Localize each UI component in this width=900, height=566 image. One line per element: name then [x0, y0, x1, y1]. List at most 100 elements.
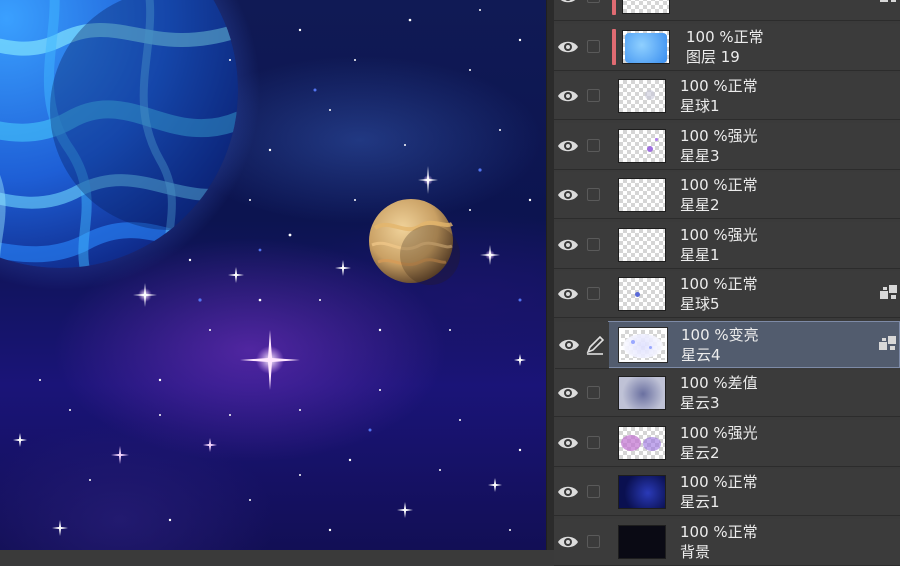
layer-select-checkbox[interactable]	[581, 172, 608, 219]
layer-select-checkbox[interactable]	[581, 469, 608, 516]
layer-name: 星星1	[680, 245, 720, 264]
eye-icon[interactable]	[557, 484, 579, 500]
checkbox[interactable]	[587, 188, 600, 201]
layer-blend-info: 100 %正常	[686, 27, 764, 47]
layer-thumbnail[interactable]	[618, 425, 666, 460]
layer-info: 100 %差值 星云3	[680, 373, 758, 413]
layer-color-tag	[612, 28, 616, 65]
layer-info: 100 %正常 星球1	[680, 76, 758, 116]
layer-blend-mode: %强光	[713, 225, 758, 244]
layer-select-checkbox[interactable]	[581, 370, 608, 417]
checkbox[interactable]	[587, 39, 600, 53]
layer-blend-mode: %正常	[713, 77, 758, 95]
visibility-toggle[interactable]	[554, 469, 581, 516]
sparkle-star	[13, 433, 27, 447]
visibility-toggle[interactable]	[554, 23, 581, 71]
edit-target-indicator[interactable]	[582, 321, 609, 369]
layer-select-checkbox[interactable]	[581, 0, 608, 21]
layer-select-checkbox[interactable]	[581, 271, 608, 318]
visibility-toggle[interactable]	[555, 321, 582, 369]
layer-blend-mode: %差值	[713, 374, 758, 392]
layer-select-checkbox[interactable]	[581, 419, 608, 467]
layer-select-checkbox[interactable]	[581, 73, 608, 120]
eye-icon[interactable]	[557, 534, 579, 550]
layer-row[interactable]: 100 %正常 星云1	[554, 469, 900, 516]
visibility-toggle[interactable]	[554, 73, 581, 120]
checkbox[interactable]	[587, 237, 600, 251]
layer-thumbnail[interactable]	[618, 326, 668, 363]
layer-thumbnail[interactable]	[618, 79, 666, 113]
layer-select-checkbox[interactable]	[581, 122, 608, 170]
layer-row[interactable]: 100 %正常 图层 19	[554, 23, 900, 71]
layer-name: 星云2	[680, 443, 720, 462]
eye-icon[interactable]	[557, 39, 579, 55]
layer-row[interactable]: 100 %正常 背景	[554, 518, 900, 566]
visibility-toggle[interactable]	[554, 518, 581, 566]
layer-select-checkbox[interactable]	[581, 221, 608, 269]
layer-thumbnail[interactable]	[618, 277, 666, 311]
layers-panel: 图层 14100 %正常图层 19100 %正常星球1100 %强光星星3100…	[554, 0, 900, 566]
visibility-toggle[interactable]	[554, 271, 581, 318]
layer-row[interactable]: 图层 14	[554, 0, 900, 21]
layer-blend-mode: %正常	[713, 176, 758, 194]
eye-icon[interactable]	[557, 138, 579, 154]
eye-icon[interactable]	[557, 435, 579, 451]
checkbox[interactable]	[587, 435, 600, 449]
layer-info: 100 %强光 星云2	[680, 423, 758, 463]
checkbox[interactable]	[587, 0, 600, 3]
layer-opacity: 100	[680, 374, 709, 392]
layer-opacity: 100	[680, 77, 709, 95]
layer-thumbnail[interactable]	[618, 128, 666, 163]
layer-name: 星球5	[680, 295, 720, 313]
layer-opacity: 100	[680, 176, 709, 194]
visibility-toggle[interactable]	[554, 221, 581, 269]
layer-thumbnail[interactable]	[618, 227, 666, 262]
eye-icon[interactable]	[558, 337, 580, 353]
eye-icon[interactable]	[557, 286, 579, 302]
visibility-toggle[interactable]	[554, 172, 581, 219]
layer-select-checkbox[interactable]	[581, 518, 608, 566]
layer-thumbnail[interactable]	[618, 178, 666, 212]
layer-row[interactable]: 100 %变亮 星云4	[555, 320, 900, 369]
layer-mask-icon	[877, 332, 899, 354]
layer-blend-info: 100 %强光	[680, 225, 758, 245]
layer-thumbnail[interactable]	[618, 376, 666, 410]
space-illustration	[0, 0, 532, 536]
layer-blend-info: 100 %正常	[680, 522, 758, 542]
visibility-toggle[interactable]	[554, 419, 581, 467]
checkbox[interactable]	[587, 534, 600, 548]
eye-icon[interactable]	[557, 385, 579, 401]
layer-thumbnail[interactable]	[622, 29, 670, 64]
visibility-toggle[interactable]	[554, 122, 581, 170]
layer-thumbnail[interactable]	[618, 524, 666, 559]
layer-row[interactable]: 100 %正常 星球5	[554, 271, 900, 318]
layer-row[interactable]: 100 %正常 星星2	[554, 172, 900, 219]
checkbox[interactable]	[587, 89, 600, 102]
checkbox[interactable]	[587, 485, 600, 498]
layer-row[interactable]: 100 %强光 星星3	[554, 122, 900, 170]
visibility-toggle[interactable]	[554, 0, 581, 21]
eye-icon[interactable]	[557, 88, 579, 104]
layer-thumbnail[interactable]	[618, 475, 666, 509]
sparkle-star	[52, 520, 68, 536]
layer-row[interactable]: 100 %强光 星云2	[554, 419, 900, 467]
layer-thumbnail[interactable]	[622, 0, 670, 14]
checkbox[interactable]	[587, 287, 600, 300]
layer-name: 星云4	[681, 345, 721, 364]
layer-blend-info: 100 %变亮	[681, 325, 759, 345]
visibility-toggle[interactable]	[554, 370, 581, 417]
layer-blend-info: 100 %强光	[680, 423, 758, 443]
sparkle-star	[133, 283, 157, 307]
eye-icon[interactable]	[557, 237, 579, 253]
checkbox[interactable]	[587, 386, 600, 399]
layer-row[interactable]: 100 %正常 星球1	[554, 73, 900, 120]
eye-icon[interactable]	[557, 187, 579, 203]
layer-row[interactable]: 100 %差值 星云3	[554, 370, 900, 417]
layer-select-checkbox[interactable]	[581, 23, 608, 71]
layer-row[interactable]: 100 %强光 星星1	[554, 221, 900, 269]
drawing-canvas[interactable]	[0, 0, 546, 550]
layer-opacity: 100	[681, 325, 710, 344]
layer-info: 100 %正常 星云1	[680, 472, 758, 512]
checkbox[interactable]	[587, 138, 600, 152]
eye-icon[interactable]	[557, 0, 579, 5]
